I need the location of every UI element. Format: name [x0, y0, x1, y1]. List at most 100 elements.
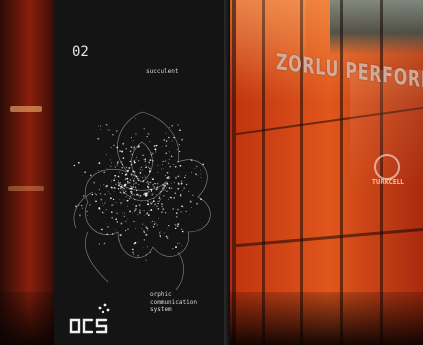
particle-dot	[116, 130, 118, 132]
signage-sub-text: TURKCELL	[372, 178, 404, 186]
particle-dot	[163, 187, 165, 189]
particle-dot	[157, 207, 160, 210]
particle-dot	[82, 194, 85, 197]
particle-dot	[133, 194, 135, 196]
particle-dot	[113, 144, 115, 147]
particle-dot	[172, 163, 174, 165]
particle-dot	[149, 181, 152, 184]
particle-dot	[115, 183, 117, 186]
particle-dot	[145, 254, 148, 256]
particle-dot	[126, 185, 127, 187]
particle-dot	[150, 153, 152, 155]
particle-dot	[156, 205, 158, 207]
particle-dot	[159, 232, 161, 234]
particle-dot	[132, 191, 133, 193]
particle-dot	[130, 179, 132, 181]
particle-dot	[164, 189, 166, 191]
particle-dot	[158, 195, 160, 197]
particle-dot	[124, 171, 126, 172]
particle-dot	[114, 177, 116, 179]
particle-dot	[104, 201, 106, 203]
particle-dot	[147, 230, 149, 232]
particle-dot	[185, 174, 187, 176]
particle-dot	[173, 136, 175, 139]
particle-dot	[156, 194, 157, 195]
particle-dot	[173, 197, 175, 199]
particle-dot	[136, 257, 138, 259]
particle-dot	[119, 150, 122, 153]
particle-dot	[129, 160, 131, 163]
particle-dot	[166, 171, 169, 174]
particle-dot	[111, 180, 113, 182]
particle-dot	[111, 204, 113, 206]
particle-dot	[144, 192, 145, 194]
particle-dot	[118, 184, 120, 187]
particle-dot	[147, 182, 149, 184]
particle-dot	[135, 117, 136, 119]
particle-dot	[145, 233, 148, 236]
particle-dot	[133, 178, 135, 180]
particle-dot	[101, 211, 104, 214]
particle-dot	[138, 204, 141, 206]
particle-dot	[182, 189, 184, 191]
particle-dot	[100, 198, 103, 201]
particle-dot	[129, 187, 132, 190]
interior-light	[8, 186, 44, 191]
particle-dot	[177, 242, 179, 244]
particle-dot	[145, 213, 147, 215]
particle-dot	[151, 151, 152, 153]
particle-dot	[163, 195, 165, 197]
particle-dot	[113, 204, 115, 206]
particle-dot	[113, 190, 115, 192]
particle-dot	[194, 167, 196, 169]
particle-dot	[132, 140, 134, 142]
particle-dot	[170, 182, 172, 184]
particle-dot	[124, 178, 127, 180]
particle-dot	[129, 210, 131, 213]
particle-dot	[173, 182, 175, 184]
particle-dot	[169, 165, 172, 168]
particle-dot	[160, 194, 161, 195]
particle-dot	[119, 234, 122, 237]
particle-dot	[87, 214, 88, 216]
particle-dot	[134, 209, 136, 212]
particle-dot	[135, 208, 137, 210]
particle-dot	[137, 147, 139, 149]
particle-dot	[98, 208, 101, 211]
particle-dot	[105, 153, 107, 155]
particle-dot	[153, 204, 156, 206]
particle-dot	[108, 129, 110, 131]
particle-dot	[132, 251, 134, 254]
particle-dot	[172, 248, 174, 250]
signage-logo-icon	[374, 154, 400, 180]
particle-dot	[126, 218, 128, 220]
particle-dot	[149, 141, 151, 143]
particle-dot	[130, 190, 133, 193]
particle-dot	[141, 201, 143, 203]
particle-dot	[135, 175, 138, 178]
particle-dot	[135, 133, 137, 135]
particle-dot	[162, 186, 164, 188]
particle-dot	[166, 190, 168, 193]
particle-dot	[165, 152, 168, 155]
particle-dot	[116, 146, 119, 149]
particle-dot	[122, 199, 124, 201]
particle-dot	[152, 192, 154, 194]
particle-dot	[93, 181, 96, 184]
particle-dot	[146, 182, 148, 184]
particle-dot	[188, 190, 190, 193]
particle-dot	[142, 223, 144, 225]
particle-dot	[142, 247, 144, 249]
particle-dot	[189, 214, 191, 215]
particle-dot	[143, 210, 145, 212]
particle-dot	[147, 186, 148, 188]
particle-dot	[86, 210, 88, 213]
particle-dot	[141, 169, 143, 171]
particle-dot	[150, 251, 152, 254]
particle-dot	[191, 207, 192, 208]
particle-dot	[101, 228, 103, 231]
particle-dot	[159, 191, 162, 193]
particle-dot	[162, 160, 164, 163]
particle-dot	[137, 242, 139, 243]
particle-dot	[200, 177, 202, 179]
